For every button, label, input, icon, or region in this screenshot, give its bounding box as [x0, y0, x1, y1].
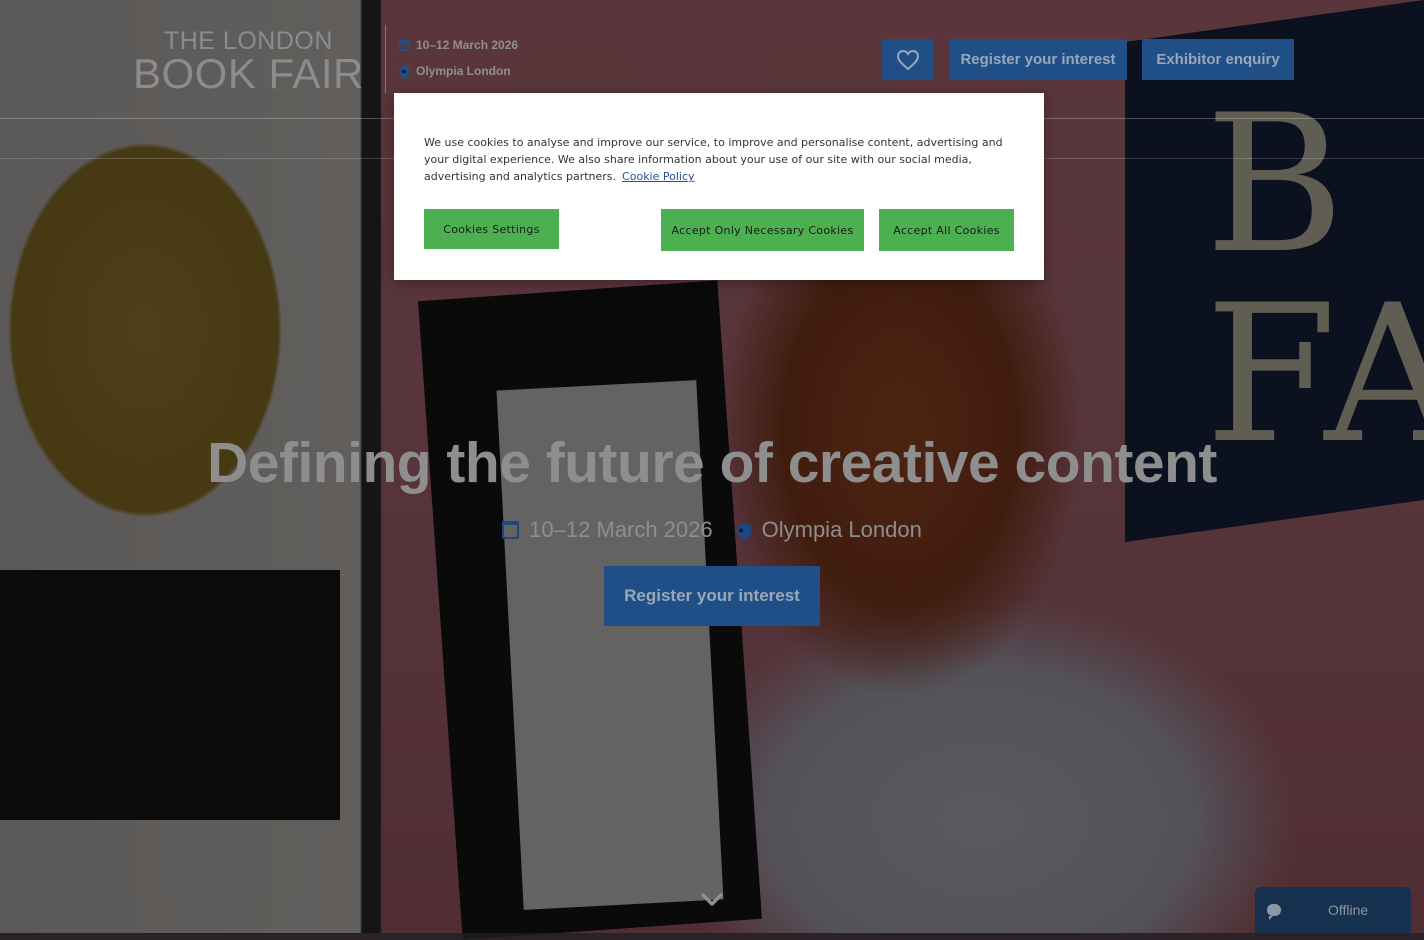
register-interest-button[interactable]: Register your interest [949, 39, 1127, 80]
header-event-venue: Olympia London [396, 63, 511, 79]
chat-bubble-icon [1267, 904, 1281, 920]
hero-register-button[interactable]: Register your interest [604, 566, 820, 626]
heart-icon [896, 49, 919, 70]
chat-status: Offline [1328, 902, 1369, 918]
cookie-message: We use cookies to analyse and improve ou… [424, 134, 1019, 185]
chat-widget[interactable]: Offline [1255, 887, 1411, 933]
cookie-policy-link[interactable]: Cookie Policy [622, 170, 694, 183]
hero-date-text: 10–12 March 2026 [529, 517, 713, 542]
hero-venue-text: Olympia London [761, 517, 922, 542]
header-venue-text: Olympia London [416, 64, 511, 78]
accept-all-cookies-button[interactable]: Accept All Cookies [879, 209, 1014, 251]
cookies-settings-button[interactable]: Cookies Settings [424, 209, 559, 249]
site-logo[interactable]: THE LONDON BOOK FAIR [133, 28, 364, 97]
hero-event-details: 10–12 March 2026 Olympia London [0, 517, 1424, 543]
exhibitor-enquiry-button[interactable]: Exhibitor enquiry [1142, 39, 1294, 80]
chevron-down-icon[interactable] [700, 890, 724, 910]
accept-necessary-cookies-button[interactable]: Accept Only Necessary Cookies [661, 209, 864, 251]
hero-title: Defining the future of creative content [207, 431, 1217, 495]
location-pin-icon [733, 519, 755, 541]
favourites-button[interactable] [882, 39, 933, 80]
calendar-icon [502, 521, 520, 539]
cookie-consent-dialog: We use cookies to analyse and improve ou… [394, 93, 1044, 280]
logo-bottom-text: BOOK FAIR [133, 50, 364, 97]
location-pin-icon [396, 63, 413, 79]
header-event-date: 10–12 March 2026 [399, 38, 518, 52]
cookie-message-text: We use cookies to analyse and improve ou… [424, 136, 1003, 183]
calendar-icon [399, 39, 410, 51]
header-date-text: 10–12 March 2026 [416, 38, 519, 52]
logo-divider [385, 25, 386, 93]
